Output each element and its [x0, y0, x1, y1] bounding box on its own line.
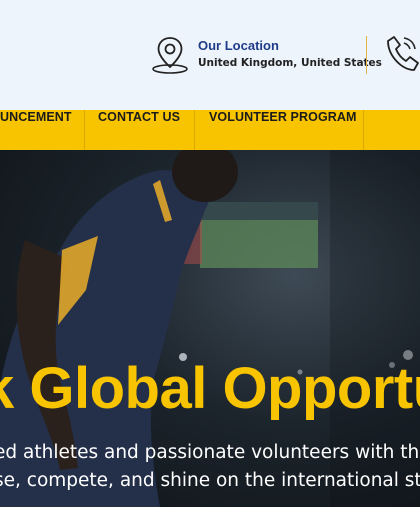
divider — [366, 36, 367, 74]
hero-subtitle-line-2: se, compete, and shine on the internatio… — [0, 470, 420, 491]
map-pin-icon — [150, 34, 190, 76]
nav-item-volunteer-program[interactable]: VOLUNTEER PROGRAM — [209, 110, 357, 150]
hero-title: k Global Opportu — [0, 356, 420, 421]
location-title: Our Location — [198, 38, 279, 53]
location-text: United Kingdom, United States — [198, 57, 382, 69]
nav-item-announcement[interactable]: UNCEMENT — [0, 110, 72, 150]
main-nav: UNCEMENT CONTACT US VOLUNTEER PROGRAM — [0, 110, 420, 150]
hero-section: k Global Opportu ed athletes and passion… — [0, 150, 420, 507]
nav-separator — [363, 110, 364, 150]
nav-item-contact-us[interactable]: CONTACT US — [98, 110, 180, 150]
hero-subtitle-line-1: ed athletes and passionate volunteers wi… — [0, 442, 420, 463]
phone-icon[interactable] — [382, 32, 420, 76]
nav-separator — [84, 110, 85, 150]
nav-separator — [194, 110, 195, 150]
top-info-bar: Our Location United Kingdom, United Stat… — [0, 0, 420, 110]
